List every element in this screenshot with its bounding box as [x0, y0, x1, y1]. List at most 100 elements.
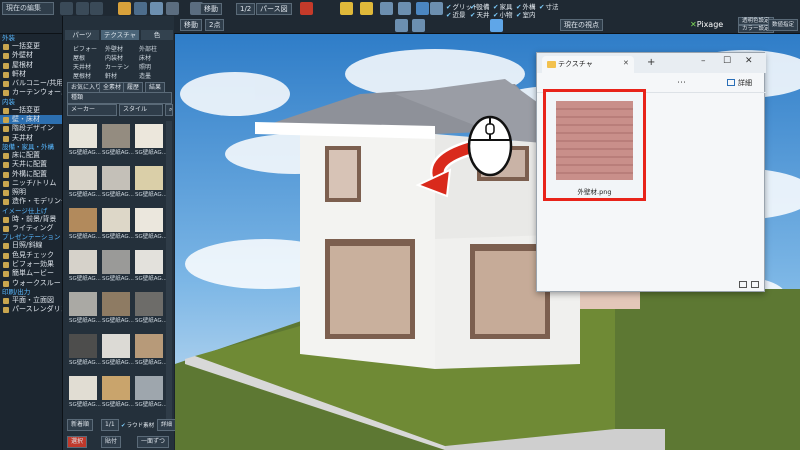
close-tab-icon[interactable]: ✕: [623, 59, 629, 67]
sidebar-item-color-check[interactable]: 色見チェック: [0, 251, 62, 260]
category-floor[interactable]: 床材: [139, 53, 151, 62]
undo-icon[interactable]: [76, 2, 89, 15]
texture-thumb[interactable]: SG壁紙AG...: [102, 334, 134, 366]
category-interior[interactable]: 内装材: [105, 53, 123, 62]
texture-thumb[interactable]: SG壁紙AG...: [102, 208, 134, 240]
texture-thumb[interactable]: SG壁紙AG...: [135, 124, 167, 156]
texture-thumb[interactable]: SG壁紙AG...: [102, 292, 134, 324]
save-icon[interactable]: [118, 2, 131, 15]
pers-dropdown[interactable]: パース図: [256, 3, 292, 15]
new-tab-button[interactable]: +: [647, 57, 655, 68]
texture-thumb[interactable]: SG壁紙AG...: [69, 292, 101, 324]
sidebar-item-walkthrough[interactable]: ウォークスルー: [0, 279, 62, 288]
sidebar-item-eaves[interactable]: 軒材: [0, 70, 62, 79]
minimize-icon[interactable]: –: [701, 56, 706, 66]
tab-color[interactable]: 色: [141, 30, 173, 40]
grid-view-icon[interactable]: [751, 281, 759, 288]
viewpoint-label[interactable]: 現在の視点: [560, 19, 603, 31]
pixage-logo[interactable]: ✕Pixage: [690, 20, 723, 29]
settings-icon[interactable]: [430, 2, 443, 15]
check-ceiling[interactable]: 天井: [470, 9, 489, 19]
frame-icon[interactable]: [490, 19, 503, 32]
check-small[interactable]: 小物: [493, 9, 512, 19]
globe-icon[interactable]: [416, 2, 429, 15]
sidebar-item-lighting-setup[interactable]: ライティング: [0, 224, 62, 233]
sidebar-item-curtain-wall[interactable]: カーテンウォール: [0, 88, 68, 97]
texture-thumb[interactable]: SG壁紙AG...: [135, 376, 167, 408]
texture-thumb[interactable]: SG壁紙AG...: [69, 124, 101, 156]
style-dropdown[interactable]: スタイル: [119, 104, 163, 116]
sidebar-item-ceiling-place[interactable]: 天井に配置: [0, 160, 62, 169]
category-before[interactable]: ビフォー: [73, 44, 97, 53]
panel-scrollbar[interactable]: [166, 121, 172, 431]
texture-thumb[interactable]: SG壁紙AG...: [69, 250, 101, 282]
texture-thumb[interactable]: SG壁紙AG...: [135, 208, 167, 240]
texture-thumb[interactable]: SG壁紙AG...: [102, 124, 134, 156]
pointer-icon[interactable]: [60, 2, 73, 15]
sidebar-item-pers-render[interactable]: パースレンダリング: [0, 305, 75, 314]
tab-texture[interactable]: テクスチャ: [101, 30, 139, 40]
category-exterior-pillar[interactable]: 外部柱: [139, 44, 157, 53]
camera-icon[interactable]: [166, 2, 179, 15]
more-icon[interactable]: ⋯: [677, 78, 686, 88]
sidebar-item-movie[interactable]: 簡単ムービー: [0, 269, 62, 278]
cloud-check[interactable]: ラウド素材: [121, 421, 155, 429]
sidebar-item-background[interactable]: 時・前景/背景: [0, 215, 62, 224]
maker-dropdown[interactable]: メーカー: [67, 104, 117, 116]
sidebar-item-wall-floor[interactable]: 壁・床材: [0, 115, 62, 125]
texture-thumb[interactable]: SG壁紙AG...: [69, 208, 101, 240]
sidebar-item-stairs[interactable]: 階段デザイン: [0, 124, 62, 133]
category-misc[interactable]: 造墨: [139, 71, 151, 80]
view-mode-icon[interactable]: [395, 19, 408, 32]
one-face-button[interactable]: 一面ずつ: [137, 436, 170, 448]
view-icon[interactable]: [380, 2, 393, 15]
texture-thumb[interactable]: SG壁紙AG...: [69, 334, 101, 366]
select-button[interactable]: 選択: [67, 436, 88, 448]
sidebar-item-balcony[interactable]: バルコニー/共用廊下: [0, 79, 77, 88]
export-icon[interactable]: [150, 2, 163, 15]
sidebar-item-exterior-wall[interactable]: 外壁材: [0, 51, 62, 60]
move-label[interactable]: 移動: [200, 3, 222, 15]
sidebar-item-before-effect[interactable]: ビフォー効果: [0, 260, 62, 269]
category-roof[interactable]: 屋根: [73, 53, 85, 62]
category-roof-material[interactable]: 屋根材: [73, 71, 91, 80]
kind-dropdown[interactable]: 種類: [67, 92, 172, 104]
render-icon[interactable]: [300, 2, 313, 15]
detail-button[interactable]: 詳細: [157, 419, 177, 431]
detail-pane-label[interactable]: 詳細: [738, 78, 752, 88]
explorer-tab[interactable]: テクスチャ: [542, 56, 634, 73]
sidebar-item-modeling[interactable]: 造作・モデリング: [0, 197, 68, 206]
sidebar-item-niche[interactable]: ニッチ/トリム: [0, 179, 62, 188]
category-lighting[interactable]: 照明: [139, 62, 151, 71]
sidebar-item-ceiling[interactable]: 天井材: [0, 134, 62, 143]
numeric-button[interactable]: 数値指定: [768, 19, 799, 31]
tool-icon[interactable]: [360, 2, 373, 15]
sidebar-item-sunlight[interactable]: 日照/斜線: [0, 241, 62, 250]
texture-thumb[interactable]: SG壁紙AG...: [69, 166, 101, 198]
texture-thumb[interactable]: SG壁紙AG...: [135, 166, 167, 198]
sidebar-item-exterior-place[interactable]: 外構に配置: [0, 170, 62, 179]
list-view-icon[interactable]: [739, 281, 747, 288]
category-eaves[interactable]: 軒材: [105, 71, 117, 80]
category-curtain[interactable]: カーテン: [105, 62, 129, 71]
search-button[interactable]: ⌕: [165, 104, 173, 116]
sidebar-item-floor-place[interactable]: 床に配置: [0, 151, 62, 160]
texture-thumb[interactable]: SG壁紙AG...: [69, 376, 101, 408]
texture-thumb[interactable]: SG壁紙AG...: [102, 376, 134, 408]
print-icon[interactable]: [134, 2, 147, 15]
project-title[interactable]: 現在の編集: [2, 2, 54, 15]
light-icon[interactable]: [340, 2, 353, 15]
detail-pane-icon[interactable]: [727, 79, 735, 86]
sidebar-item-elevation[interactable]: 平面・立面図: [0, 296, 62, 305]
grid-icon[interactable]: [412, 19, 425, 32]
sort-dropdown[interactable]: 新着順: [67, 419, 94, 431]
texture-thumb[interactable]: SG壁紙AG...: [102, 166, 134, 198]
zoom-value[interactable]: 1/2: [236, 3, 256, 15]
check-dimension[interactable]: 寸法: [539, 1, 558, 11]
tab-parts[interactable]: パーツ: [65, 30, 99, 40]
close-icon[interactable]: ✕: [745, 56, 753, 66]
texture-thumb[interactable]: SG壁紙AG...: [135, 334, 167, 366]
texture-thumb[interactable]: SG壁紙AG...: [102, 250, 134, 282]
shade-icon[interactable]: [398, 2, 411, 15]
texture-thumb[interactable]: SG壁紙AG...: [135, 292, 167, 324]
